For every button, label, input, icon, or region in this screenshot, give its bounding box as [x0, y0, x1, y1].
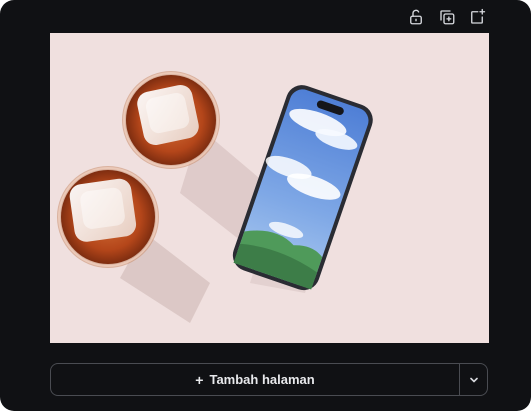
add-page-icon: [471, 8, 486, 24]
duplicate-page-icon: [440, 10, 455, 25]
unlock-icon: [410, 9, 422, 25]
chevron-down-icon: [469, 377, 478, 382]
unlock-button[interactable]: [404, 5, 428, 29]
plus-icon: +: [195, 371, 204, 388]
add-page-label: Tambah halaman: [209, 372, 315, 387]
duplicate-page-button[interactable]: [435, 5, 459, 29]
add-page-button[interactable]: [465, 5, 489, 29]
canvas-photo: [50, 33, 489, 343]
page-panel: + Tambah halaman: [0, 0, 531, 411]
add-page-options-button[interactable]: [460, 364, 487, 395]
add-page-bar: + Tambah halaman: [50, 363, 488, 396]
page-canvas[interactable]: [50, 33, 489, 343]
add-page-main-button[interactable]: + Tambah halaman: [51, 364, 459, 395]
